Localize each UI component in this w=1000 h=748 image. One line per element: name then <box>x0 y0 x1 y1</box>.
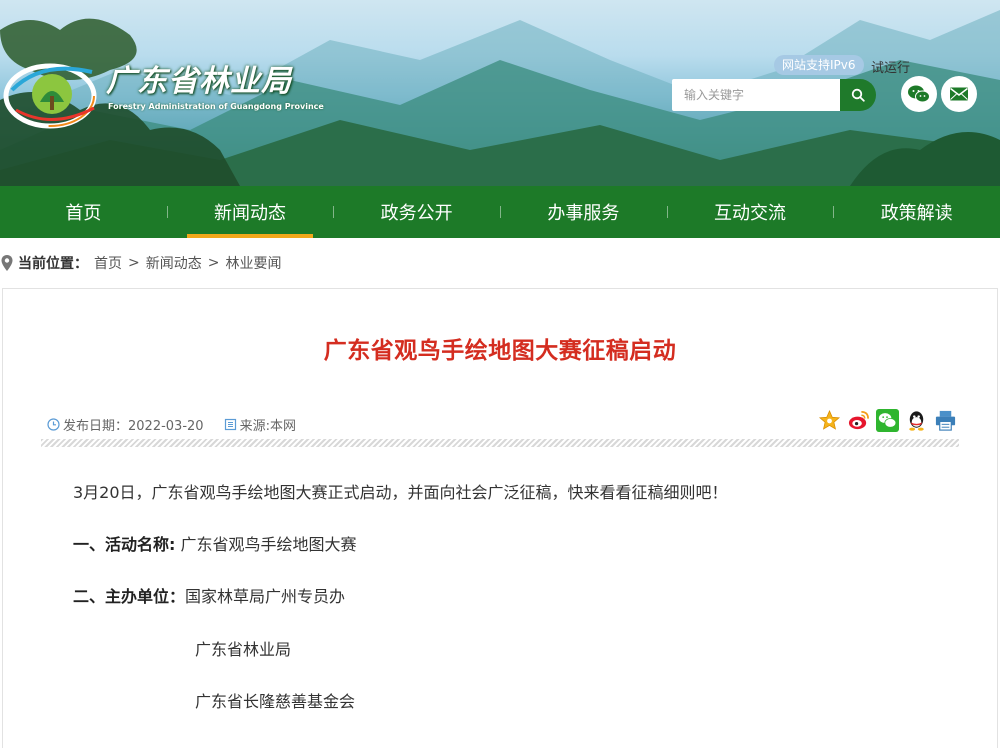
wechat-button[interactable] <box>901 76 937 112</box>
breadcrumb-home-link[interactable]: 首页 <box>94 253 122 273</box>
document-icon <box>224 418 236 431</box>
map-pin-icon <box>1 255 13 271</box>
trial-run-label: 试运行 <box>871 61 911 76</box>
nav-item-policy[interactable]: 政策解读 <box>833 186 1000 238</box>
site-name-cn: 广东省林业局 <box>106 64 292 99</box>
breadcrumb: 当前位置： 首页 > 新闻动态 > 林业要闻 <box>0 252 281 274</box>
activity-name-label: 一、活动名称: <box>73 535 176 554</box>
search-input[interactable] <box>672 79 844 111</box>
ipv6-badge: 网站支持IPv6 <box>774 55 864 75</box>
nav-item-services[interactable]: 办事服务 <box>500 186 667 238</box>
article-intro: 3月20日，广东省观鸟手绘地图大赛正式启动，并面向社会广泛征稿，快来看看征稿细则… <box>73 483 728 502</box>
organizer-value: 国家林草局广州专员办 <box>185 587 346 606</box>
search-icon <box>851 88 865 102</box>
share-toolbar <box>818 409 957 432</box>
header-banner: 广东省林业局 Forestry Administration of Guangd… <box>0 0 1000 186</box>
nav-item-government[interactable]: 政务公开 <box>333 186 500 238</box>
activity-name-paragraph: 一、活动名称: 广东省观鸟手绘地图大赛 <box>73 531 357 555</box>
article-title: 广东省观鸟手绘地图大赛征稿启动 <box>323 338 677 364</box>
article-panel: 广东省观鸟手绘地图大赛征稿启动 发布日期：2022-03-20 来源:本网 3月… <box>2 288 998 748</box>
publish-date: 发布日期：2022-03-20 <box>63 419 204 434</box>
site-name-en: Forestry Administration of Guangdong Pro… <box>108 102 324 111</box>
nav-item-news[interactable]: 新闻动态 <box>166 186 334 238</box>
search-button[interactable] <box>840 79 876 111</box>
site-logo[interactable]: 广东省林业局 Forestry Administration of Guangd… <box>0 50 324 130</box>
wechat-icon <box>908 85 930 103</box>
print-icon[interactable] <box>934 409 957 432</box>
breadcrumb-separator: > <box>207 255 220 271</box>
weibo-icon[interactable] <box>847 409 870 432</box>
nav-item-label: 新闻动态 <box>214 203 286 224</box>
wechat-icon[interactable] <box>876 409 899 432</box>
main-nav: 首页 新闻动态 政务公开 办事服务 互动交流 政策解读 <box>0 186 1000 238</box>
meta-divider <box>41 439 959 447</box>
breadcrumb-forestry-news-link[interactable]: 林业要闻 <box>225 253 281 273</box>
logo-emblem-icon <box>3 63 97 129</box>
activity-name-value: 广东省观鸟手绘地图大赛 <box>180 535 357 554</box>
organizer-paragraph: 二、主办单位：国家林草局广州专员办 <box>73 583 345 607</box>
clock-icon <box>47 418 60 431</box>
qq-icon[interactable] <box>905 409 928 432</box>
breadcrumb-news-link[interactable]: 新闻动态 <box>146 253 202 273</box>
nav-item-label: 首页 <box>65 203 102 224</box>
nav-item-home[interactable]: 首页 <box>0 186 167 238</box>
article-meta: 发布日期：2022-03-20 来源:本网 <box>47 415 296 434</box>
nav-item-label: 政策解读 <box>880 203 953 224</box>
organizer-extra-2: 广东省长隆慈善基金会 <box>195 692 356 711</box>
mail-button[interactable] <box>941 76 977 112</box>
search-box <box>672 79 876 111</box>
mail-icon <box>950 87 968 101</box>
favorite-icon[interactable] <box>818 409 841 432</box>
breadcrumb-title: 当前位置： <box>18 256 88 272</box>
nav-item-interaction[interactable]: 互动交流 <box>666 186 834 238</box>
organizer-extra-1: 广东省林业局 <box>195 640 292 659</box>
article-source: 来源:本网 <box>239 419 296 434</box>
nav-item-label: 互动交流 <box>714 203 787 224</box>
organizer-label: 二、主办单位： <box>73 587 186 606</box>
nav-item-label: 政务公开 <box>380 203 453 224</box>
nav-item-label: 办事服务 <box>547 203 620 224</box>
breadcrumb-separator: > <box>128 255 140 271</box>
